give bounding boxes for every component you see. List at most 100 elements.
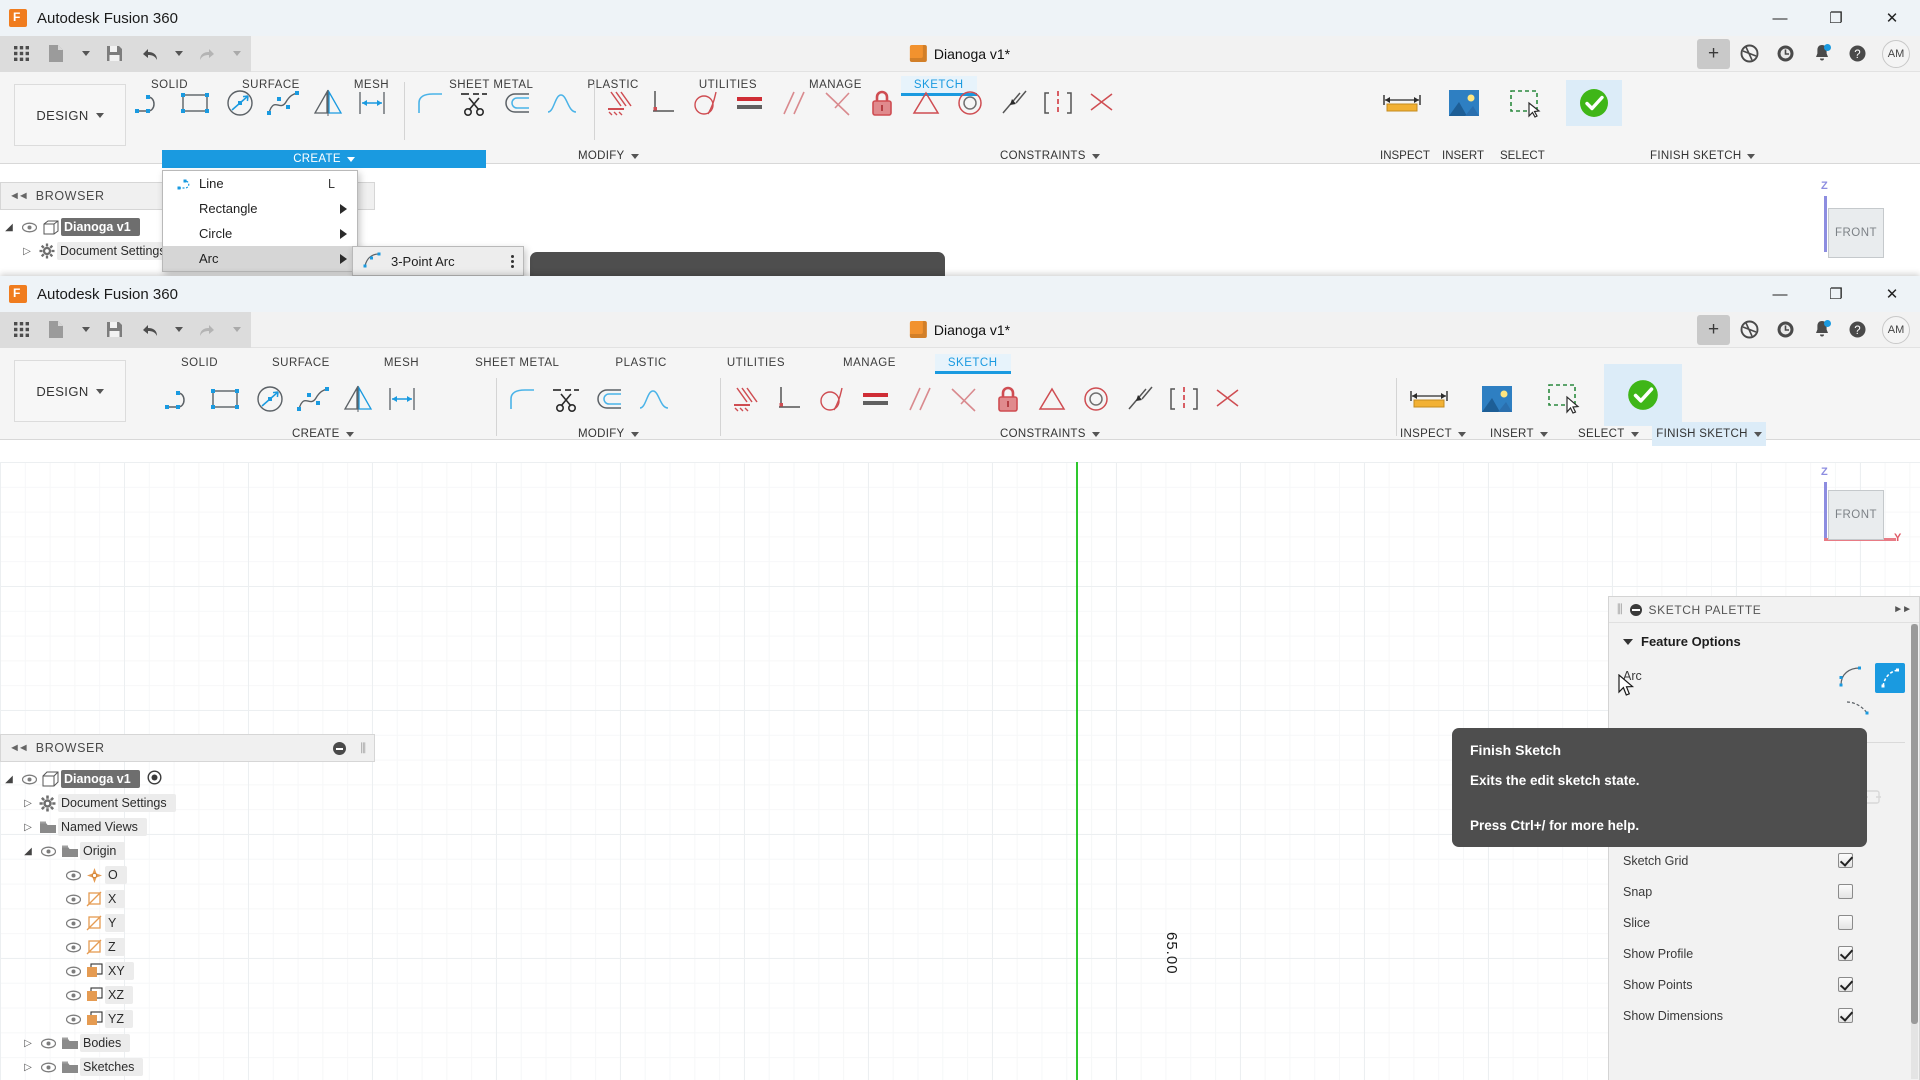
concentric-icon[interactable] bbox=[948, 81, 992, 125]
coincident-icon[interactable] bbox=[722, 377, 766, 421]
symmetry-icon[interactable] bbox=[992, 81, 1036, 125]
insert-icon[interactable] bbox=[1442, 81, 1486, 125]
section-header-feature-options[interactable]: Feature Options bbox=[1609, 623, 1919, 657]
symmetry-icon[interactable] bbox=[1118, 377, 1162, 421]
line-icon[interactable] bbox=[130, 81, 174, 125]
w1-panel-label-modify[interactable]: MODIFY bbox=[578, 150, 639, 162]
horizontal-vertical-icon[interactable] bbox=[1080, 81, 1124, 125]
tree-row-plane-xy[interactable]: XY bbox=[0, 959, 380, 983]
visibility-eye-icon[interactable] bbox=[37, 1038, 59, 1049]
minimize-button[interactable]: — bbox=[1752, 0, 1808, 36]
tree-row-origin[interactable]: ◢ Origin bbox=[0, 839, 380, 863]
expand-arrow-icon[interactable]: ◢ bbox=[0, 222, 18, 233]
trim-icon[interactable] bbox=[452, 81, 496, 125]
circle-icon[interactable] bbox=[218, 81, 262, 125]
equal-icon[interactable] bbox=[728, 81, 772, 125]
avatar[interactable]: AM bbox=[1882, 39, 1910, 68]
add-tab-button-2[interactable]: + bbox=[1697, 314, 1730, 345]
show-profile-checkbox[interactable] bbox=[1838, 946, 1853, 961]
tree-row-origin-point[interactable]: O bbox=[0, 863, 380, 887]
fix-icon[interactable] bbox=[986, 377, 1030, 421]
sketch-dimension-icon[interactable] bbox=[380, 377, 424, 421]
fillet-icon[interactable] bbox=[500, 377, 544, 421]
tab-plastic[interactable]: PLASTIC bbox=[602, 354, 679, 374]
mirror-icon[interactable] bbox=[306, 81, 350, 125]
visibility-eye-icon[interactable] bbox=[62, 990, 84, 1001]
palette-scroll-thumb[interactable] bbox=[1911, 624, 1918, 1024]
expand-right-icon[interactable]: ►► bbox=[1893, 604, 1912, 615]
tangent-arc-icon[interactable] bbox=[1845, 699, 1873, 720]
collapse-arrow-icon[interactable]: ▷ bbox=[19, 822, 37, 833]
collapse-left-icon[interactable]: ◄◄ bbox=[9, 742, 29, 754]
visibility-eye-icon[interactable] bbox=[62, 966, 84, 977]
expand-arrow-icon[interactable]: ◢ bbox=[19, 846, 37, 857]
w1-view-cube-face[interactable]: FRONT bbox=[1828, 208, 1884, 258]
tree-row-plane-xz[interactable]: XZ bbox=[0, 983, 380, 1007]
minimize-button-2[interactable]: — bbox=[1752, 276, 1808, 312]
spline-icon[interactable] bbox=[292, 377, 336, 421]
sketch-dimension-icon[interactable] bbox=[350, 81, 394, 125]
tree-row-plane-yz[interactable]: YZ bbox=[0, 1007, 380, 1031]
perpendicular-icon[interactable] bbox=[942, 377, 986, 421]
panel-label-insert[interactable]: INSERT bbox=[1442, 150, 1484, 162]
panel-label-inspect[interactable]: INSPECT bbox=[1380, 150, 1430, 162]
fix-icon[interactable] bbox=[860, 81, 904, 125]
w1-panel-label-create[interactable]: CREATE bbox=[162, 150, 486, 168]
notifications-bell-icon[interactable] bbox=[1805, 39, 1838, 69]
tab-surface[interactable]: SURFACE bbox=[259, 354, 343, 374]
more-options-icon[interactable] bbox=[511, 254, 514, 268]
collinear-icon[interactable] bbox=[640, 81, 684, 125]
job-status-icon[interactable] bbox=[1769, 315, 1802, 345]
parallel-icon[interactable] bbox=[898, 377, 942, 421]
tab-mesh[interactable]: MESH bbox=[371, 354, 432, 374]
workspace-switcher-2[interactable]: DESIGN bbox=[14, 360, 126, 422]
tab-manage[interactable]: MANAGE bbox=[830, 354, 909, 374]
finish-sketch-icon[interactable] bbox=[1566, 80, 1622, 126]
offset-icon[interactable] bbox=[496, 81, 540, 125]
minimize-palette-icon[interactable] bbox=[1629, 603, 1642, 616]
snap-checkbox[interactable] bbox=[1838, 884, 1853, 899]
tab-sheet-metal[interactable]: SHEET METAL bbox=[462, 354, 572, 374]
avatar-2[interactable]: AM bbox=[1882, 315, 1910, 344]
redo-icon[interactable] bbox=[196, 43, 218, 65]
collapse-arrow-icon[interactable]: ▷ bbox=[19, 798, 37, 809]
tree-row-named-views[interactable]: ▷ Named Views bbox=[0, 815, 380, 839]
app-grid-icon[interactable] bbox=[10, 319, 32, 341]
menu-item-arc[interactable]: Arc bbox=[163, 246, 357, 271]
tree-row-bodies[interactable]: ▷ Bodies bbox=[0, 1031, 380, 1055]
coincident-icon[interactable] bbox=[596, 81, 640, 125]
tree-row-axis-z[interactable]: Z bbox=[0, 935, 380, 959]
undo-caret-icon[interactable] bbox=[175, 51, 183, 56]
restore-button-2[interactable]: ❐ bbox=[1808, 276, 1864, 312]
extensions-icon[interactable] bbox=[1733, 39, 1766, 69]
panel-grip-icon[interactable]: ⫼ bbox=[360, 741, 366, 756]
tree-row-dianoga[interactable]: ◢ Dianoga v1 bbox=[0, 767, 380, 791]
maximize-button[interactable]: ❐ bbox=[1808, 0, 1864, 36]
show-dimensions-checkbox[interactable] bbox=[1838, 1008, 1853, 1023]
collinear-icon[interactable] bbox=[766, 377, 810, 421]
tree-row-sketches[interactable]: ▷ Sketches bbox=[0, 1055, 380, 1079]
w1-panel-label-constraints[interactable]: CONSTRAINTS bbox=[1000, 150, 1100, 162]
activate-component-radio[interactable] bbox=[147, 770, 162, 788]
panel-label-insert[interactable]: INSERT bbox=[1490, 428, 1548, 440]
center-point-arc-icon[interactable] bbox=[1837, 664, 1865, 693]
new-document-caret-icon[interactable] bbox=[82, 51, 90, 56]
tab-solid[interactable]: SOLID bbox=[168, 354, 231, 374]
new-document-caret-icon[interactable] bbox=[82, 327, 90, 332]
visibility-eye-icon[interactable] bbox=[62, 918, 84, 929]
collapse-left-icon[interactable]: ◄◄ bbox=[9, 190, 29, 202]
window1-view-cube[interactable]: Z FRONT bbox=[1800, 180, 1884, 258]
job-status-icon[interactable] bbox=[1769, 39, 1802, 69]
submenu-item-3-point-arc[interactable]: 3-Point Arc bbox=[353, 247, 523, 275]
document-tab[interactable]: Dianoga v1* bbox=[909, 45, 1010, 62]
menu-item-circle[interactable]: Circle bbox=[163, 221, 357, 246]
new-document-icon[interactable] bbox=[45, 43, 67, 65]
panel-label-modify[interactable]: MODIFY bbox=[578, 428, 639, 440]
undo-caret-icon[interactable] bbox=[175, 327, 183, 332]
insert-icon[interactable] bbox=[1468, 377, 1526, 421]
fillet-icon[interactable] bbox=[408, 81, 452, 125]
mirror-icon[interactable] bbox=[336, 377, 380, 421]
option-row-sketch-grid[interactable]: Sketch Grid bbox=[1609, 845, 1919, 876]
visibility-eye-icon[interactable] bbox=[62, 894, 84, 905]
undo-icon[interactable] bbox=[138, 319, 160, 341]
